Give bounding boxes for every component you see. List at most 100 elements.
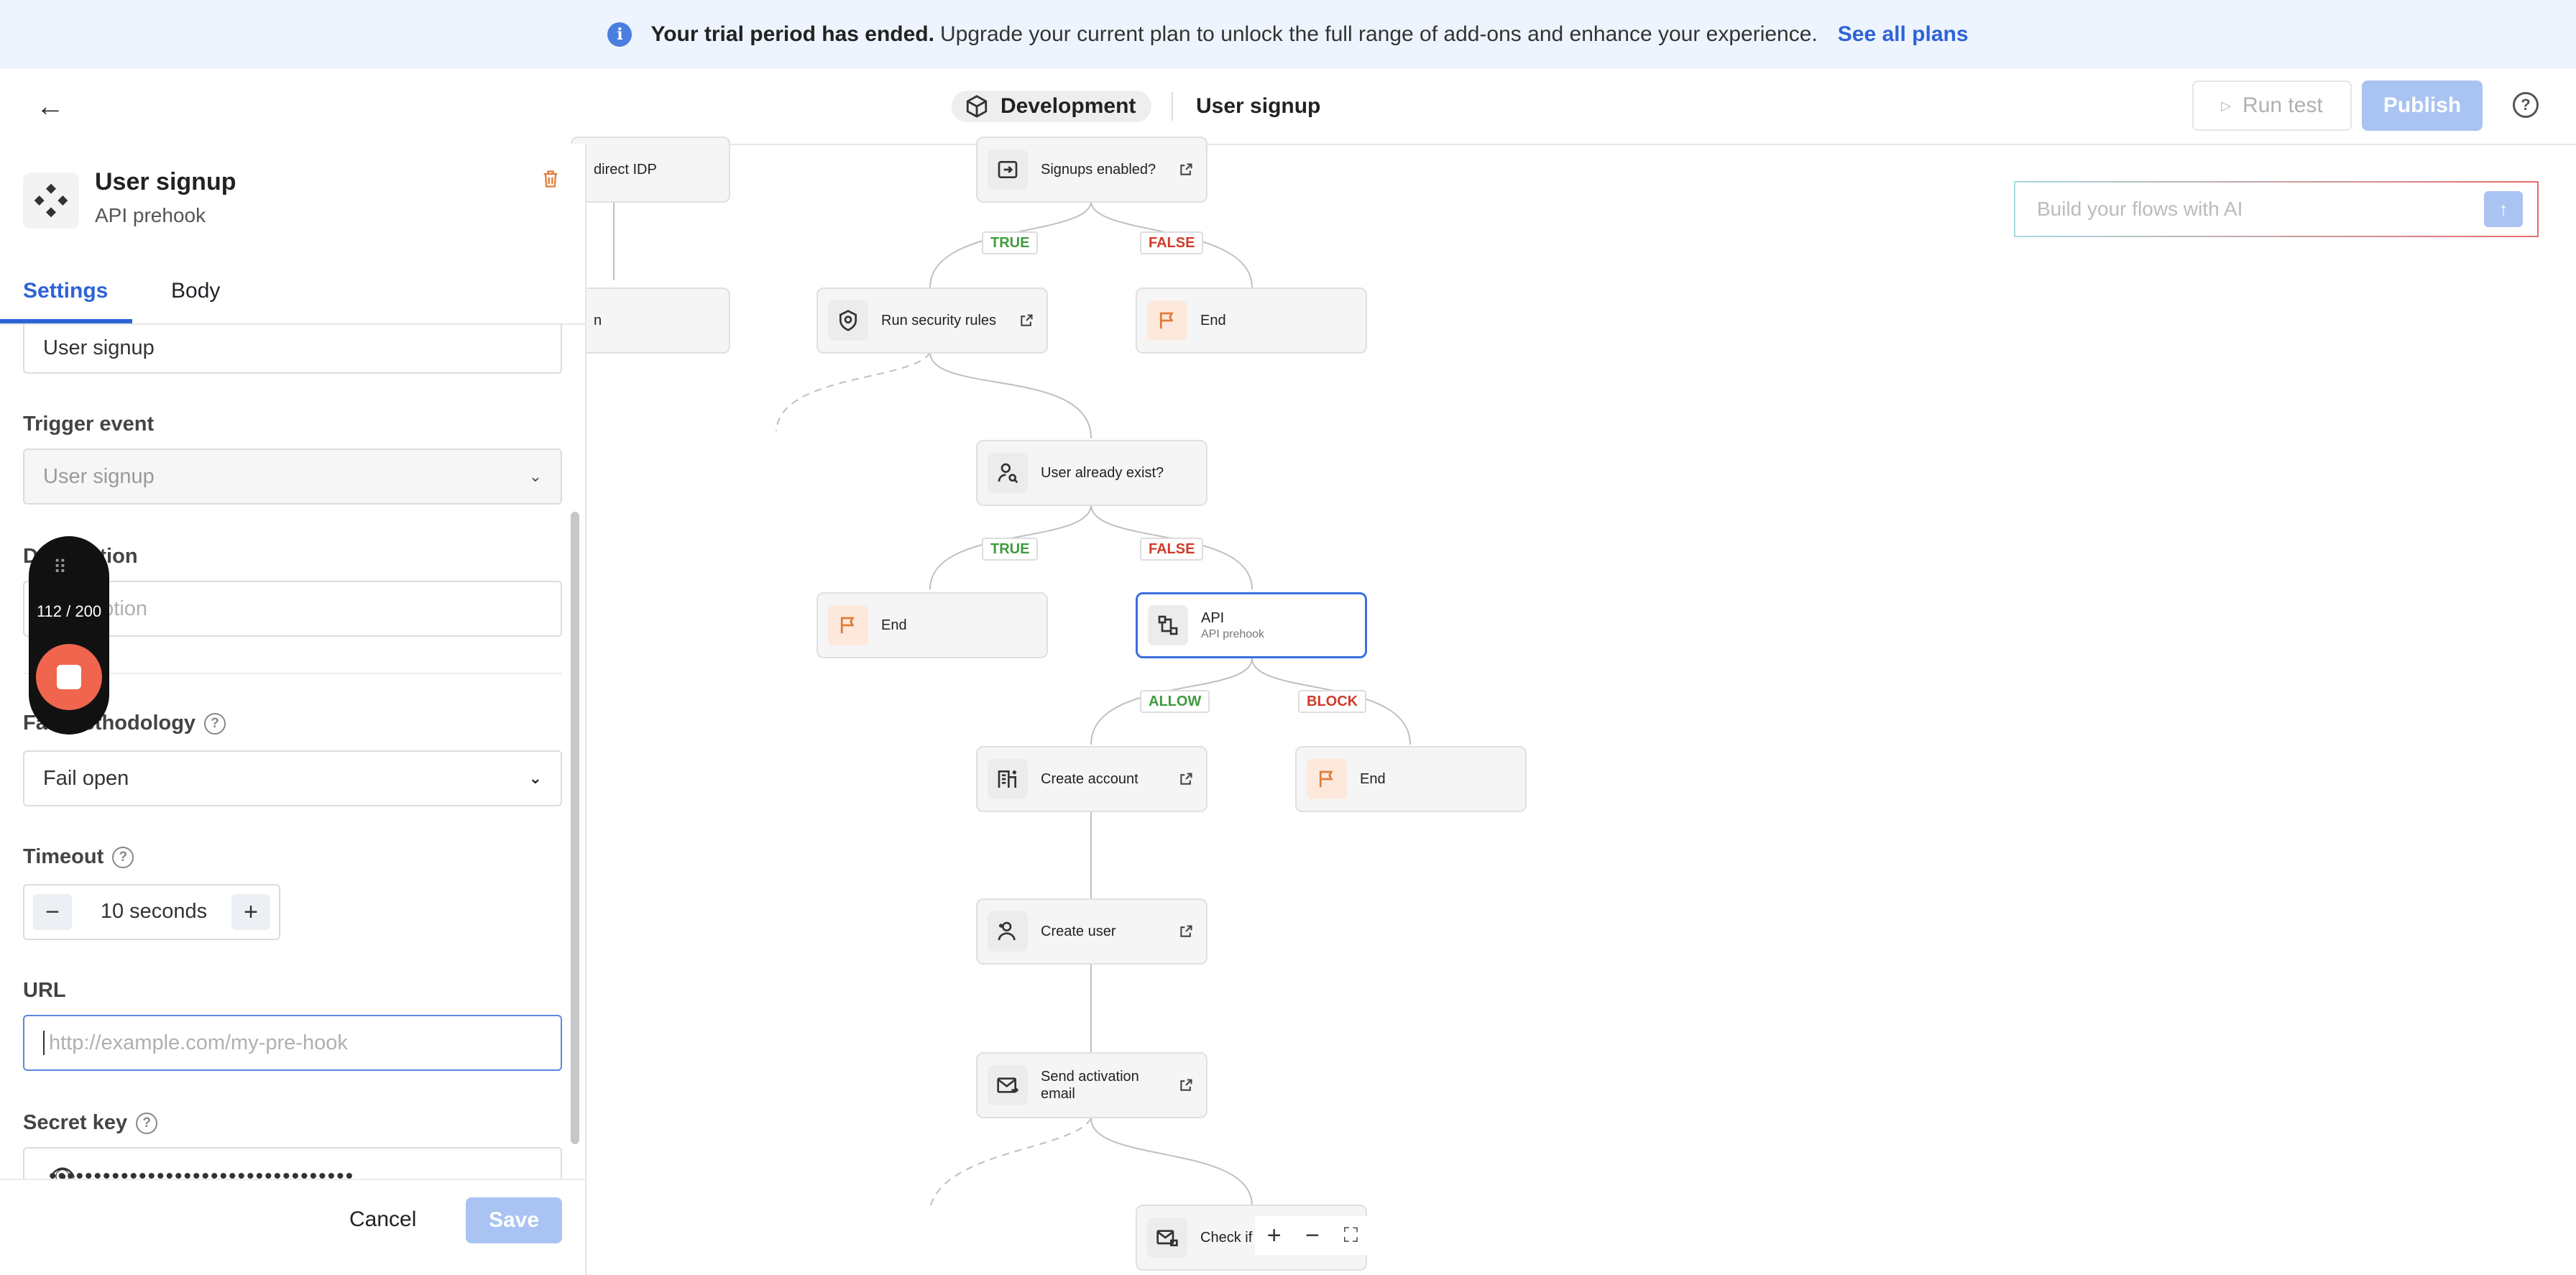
zoom-controls: + − ⛶ <box>1255 1216 1370 1255</box>
zoom-in-icon[interactable]: + <box>1267 1222 1282 1250</box>
trigger-event-select[interactable]: User signup ⌄ <box>23 448 562 505</box>
external-link-icon[interactable] <box>1179 1078 1193 1092</box>
see-all-plans-link[interactable]: See all plans <box>1838 22 1969 47</box>
question-circle-icon[interactable]: ? <box>204 713 226 735</box>
publish-button[interactable]: Publish <box>2362 80 2483 131</box>
arrow-up-icon[interactable]: ↑ <box>2484 191 2523 227</box>
node-label: End <box>1200 312 1226 328</box>
banner-bold-text: Your trial period has ended. <box>650 22 934 46</box>
question-circle-icon[interactable]: ? <box>112 847 134 869</box>
panel-tabs: Settings Body <box>0 263 585 325</box>
header-divider <box>1172 92 1173 121</box>
banner-text: Upgrade your current plan to unlock the … <box>939 22 1818 46</box>
node-end[interactable]: End <box>1295 746 1527 812</box>
save-button[interactable]: Save <box>466 1197 562 1243</box>
play-icon: ▷ <box>2221 98 2232 113</box>
node-run-security-rules[interactable]: Run security rules <box>816 287 1048 354</box>
text-caret <box>43 1031 45 1055</box>
trash-icon[interactable] <box>540 167 561 191</box>
node-label: Send activation email <box>1041 1069 1139 1102</box>
environment-label: Development <box>1000 94 1136 118</box>
stop-recording-button[interactable] <box>36 644 102 710</box>
tab-settings[interactable]: Settings <box>23 279 108 303</box>
branch-block: BLOCK <box>1298 690 1367 713</box>
flow-canvas[interactable]: direct IDP n Signups enabled? TRUE FALSE… <box>571 137 2576 1275</box>
branch-true: TRUE <box>982 231 1039 254</box>
flow-name-field[interactable]: User signup <box>23 323 562 374</box>
info-icon: i <box>607 22 632 47</box>
signin-icon <box>988 149 1028 190</box>
panel-footer: Cancel Save <box>0 1179 585 1275</box>
trigger-event-value: User signup <box>43 464 155 488</box>
recording-widget: ⠿ 112 / 200 <box>29 536 109 735</box>
branch-false: FALSE <box>1140 538 1204 561</box>
shield-icon <box>828 300 868 341</box>
building-icon <box>988 759 1028 799</box>
node-user-already-exist[interactable]: User already exist? <box>976 440 1208 506</box>
flag-icon <box>1147 300 1187 341</box>
node-label: Run security rules <box>881 312 997 328</box>
node-end[interactable]: End <box>1136 287 1367 354</box>
chevron-down-icon: ⌄ <box>528 467 542 485</box>
cancel-button[interactable]: Cancel <box>349 1207 416 1232</box>
node-send-activation-email[interactable]: Send activation email <box>976 1052 1208 1118</box>
ai-prompt-input[interactable]: Build your flows with AI <box>2014 181 2539 237</box>
node-label: Check if <box>1200 1229 1253 1246</box>
mail-lock-icon <box>1147 1218 1187 1258</box>
timeout-stepper: − 10 seconds + <box>23 884 280 940</box>
node-partial[interactable]: n <box>571 287 730 354</box>
node-redirect-idp[interactable]: direct IDP <box>571 137 730 203</box>
increment-button[interactable]: + <box>231 894 270 930</box>
branch-false: FALSE <box>1140 231 1204 254</box>
zoom-out-icon[interactable]: − <box>1305 1222 1320 1250</box>
node-label: direct IDP <box>594 161 657 178</box>
panel-scrollbar[interactable] <box>571 512 579 1144</box>
external-link-icon[interactable] <box>1179 924 1193 939</box>
timeout-value[interactable]: 10 seconds <box>89 900 218 924</box>
url-label: URL <box>23 979 66 1002</box>
secret-key-label-text: Secret key <box>23 1111 128 1134</box>
fullscreen-icon[interactable]: ⛶ <box>1344 1224 1358 1248</box>
node-label: n <box>594 312 602 328</box>
header: ← Development User signup ▷ Run test Pub… <box>0 69 2576 145</box>
question-circle-icon[interactable]: ? <box>136 1113 158 1135</box>
help-icon[interactable]: ? <box>2513 92 2539 118</box>
trigger-event-label: Trigger event <box>23 413 155 436</box>
chevron-down-icon: ⌄ <box>528 769 542 787</box>
mail-send-icon <box>988 1065 1028 1105</box>
recording-count: 112 / 200 <box>36 602 102 620</box>
node-label: Signups enabled? <box>1041 161 1156 178</box>
run-test-button[interactable]: ▷ Run test <box>2192 80 2352 131</box>
node-label: End <box>1360 770 1386 787</box>
node-label: User already exist? <box>1041 464 1164 481</box>
external-link-icon[interactable] <box>1179 772 1193 786</box>
stop-icon <box>57 665 81 689</box>
node-signups-enabled[interactable]: Signups enabled? <box>976 137 1208 203</box>
api-node-logo <box>23 172 79 229</box>
environment-pill[interactable]: Development <box>952 91 1152 122</box>
node-label: API <box>1201 609 1225 626</box>
fail-methodology-select[interactable]: Fail open ⌄ <box>23 750 562 806</box>
timeout-label-text: Timeout <box>23 845 104 868</box>
url-input[interactable]: http://example.com/my-pre-hook <box>23 1015 562 1071</box>
node-api-selected[interactable]: API API prehook <box>1136 592 1367 658</box>
decrement-button[interactable]: − <box>33 894 72 930</box>
node-label: Create user <box>1041 923 1116 939</box>
panel-subtitle: API prehook <box>95 204 206 226</box>
node-sublabel: API prehook <box>1201 627 1265 640</box>
url-placeholder: http://example.com/my-pre-hook <box>49 1031 348 1054</box>
external-link-icon[interactable] <box>1019 313 1034 328</box>
tab-body[interactable]: Body <box>171 279 220 303</box>
api-icon <box>1148 605 1188 645</box>
run-test-label: Run test <box>2242 93 2323 117</box>
back-arrow-icon[interactable]: ← <box>32 88 69 125</box>
node-create-account[interactable]: Create account <box>976 746 1208 812</box>
drag-handle-icon[interactable]: ⠿ <box>53 556 68 579</box>
external-link-icon[interactable] <box>1179 162 1193 177</box>
node-create-user[interactable]: Create user <box>976 898 1208 965</box>
fail-methodology-value: Fail open <box>43 766 129 790</box>
node-label: End <box>881 617 907 633</box>
branch-true: TRUE <box>982 538 1039 561</box>
node-end[interactable]: End <box>816 592 1048 658</box>
branch-allow: ALLOW <box>1140 690 1210 713</box>
